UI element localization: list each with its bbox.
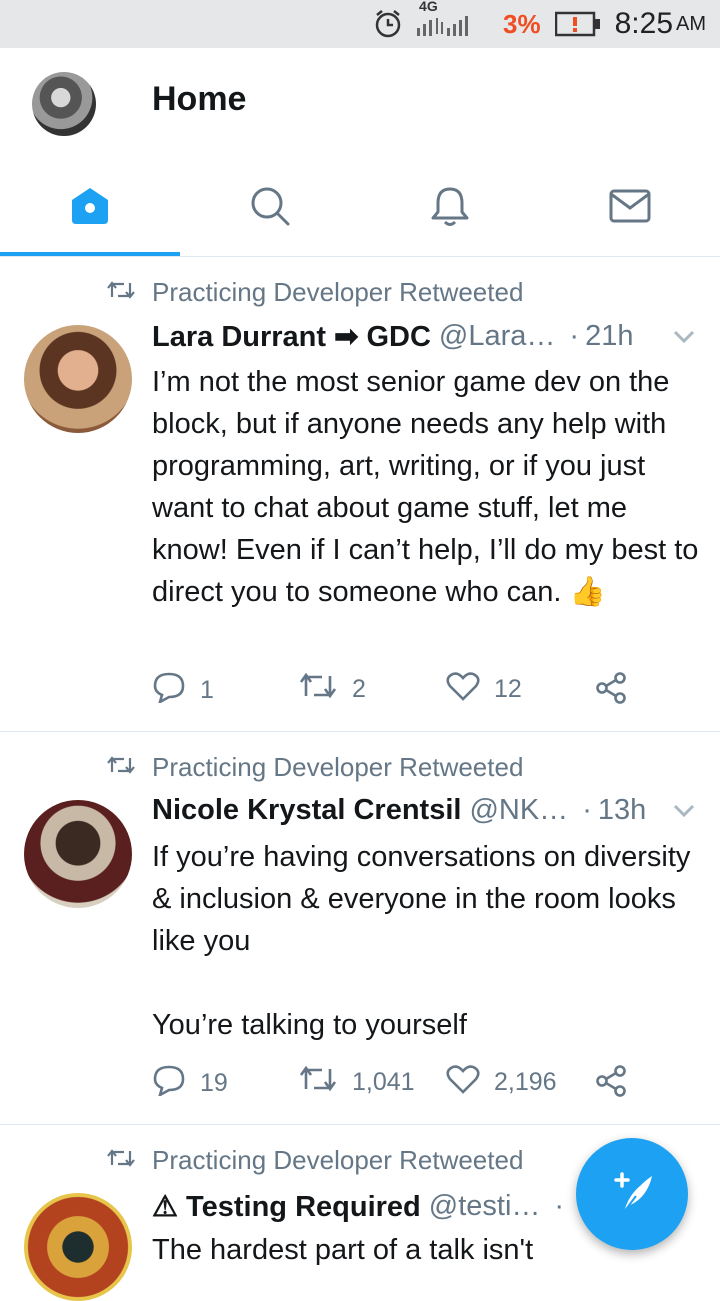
retweet-icon [298, 1064, 338, 1101]
tweet-actions: 1 2 12 [152, 671, 632, 711]
share-icon [594, 1064, 628, 1105]
tweet-text: I’m not the most senior game dev on the … [152, 366, 707, 608]
reply-icon [152, 1064, 186, 1103]
chevron-down-icon[interactable] [672, 794, 696, 827]
heart-icon [446, 1064, 480, 1101]
reply-button[interactable]: 19 [152, 1064, 228, 1103]
tab-home[interactable] [0, 160, 180, 256]
status-bar: 4G 3% 8:25 AM [0, 0, 720, 48]
retweet-context: Practicing Developer Retweeted [106, 752, 523, 783]
tweet-text: If you’re having conversations on divers… [152, 841, 691, 1041]
reply-button[interactable]: 1 [152, 671, 214, 710]
author-name[interactable]: Lara Durrant ➡ GDC [152, 319, 431, 354]
signal-icon: 4G [417, 0, 489, 38]
compose-tweet-icon [606, 1166, 658, 1223]
retweet-context: Practicing Developer Retweeted [106, 277, 523, 308]
like-button[interactable]: 12 [446, 671, 522, 708]
author-handle[interactable]: @Lara… [439, 320, 555, 353]
tweet-time: 21h [585, 320, 634, 352]
avatar[interactable] [24, 800, 132, 908]
tweet-header: Lara Durrant ➡ GDC @Lara… · 21h [152, 319, 696, 354]
home-icon [68, 184, 112, 233]
retweet-label: Practicing Developer Retweeted [152, 1145, 524, 1175]
reply-icon [152, 671, 186, 710]
retweet-count: 1,041 [352, 1068, 415, 1096]
tweet-time: 13h [597, 794, 647, 826]
avatar[interactable] [24, 325, 132, 433]
retweet-context: Practicing Developer Retweeted [106, 1145, 523, 1176]
tab-notifications[interactable] [360, 160, 540, 256]
active-tab-indicator [0, 252, 180, 256]
app-header: Home [0, 48, 720, 160]
reply-count: 1 [200, 676, 214, 704]
battery-percent: 3% [503, 8, 541, 39]
retweet-small-icon [106, 1147, 136, 1174]
alarm-icon [373, 9, 403, 39]
tweet-header: ⚠ Testing Required @testi… · [152, 1189, 580, 1224]
notifications-icon [428, 184, 472, 233]
retweet-count: 2 [352, 675, 366, 703]
reply-count: 19 [200, 1069, 228, 1097]
separator-dot: · [569, 320, 580, 352]
messages-icon [608, 184, 652, 233]
author-name[interactable]: ⚠ Testing Required [152, 1189, 421, 1224]
tweet[interactable]: Practicing Developer Retweeted Lara Durr… [0, 257, 720, 732]
retweet-icon [298, 671, 338, 708]
tweet-actions: 19 1,041 2,196 [152, 1064, 632, 1104]
author-handle[interactable]: @NK… [469, 794, 568, 827]
share-button[interactable] [594, 671, 628, 712]
tweet[interactable]: Practicing Developer Retweeted Nicole Kr… [0, 732, 720, 1125]
like-count: 12 [494, 675, 522, 703]
author-name[interactable]: Nicole Krystal Crentsil [152, 794, 461, 827]
like-button[interactable]: 2,196 [446, 1064, 557, 1101]
search-icon [248, 184, 292, 233]
network-type: 4G [419, 0, 438, 14]
retweet-label: Practicing Developer Retweeted [152, 752, 524, 782]
clock: 8:25 AM [615, 7, 706, 41]
separator-dot: · [554, 1190, 565, 1222]
clock-time: 8:25 [614, 7, 673, 40]
tweet-header: Nicole Krystal Crentsil @NK… · 13h [152, 794, 696, 827]
battery-icon [554, 11, 601, 37]
author-handle[interactable]: @testi… [429, 1190, 541, 1223]
tab-bar [0, 160, 720, 257]
profile-avatar[interactable] [32, 72, 96, 136]
like-count: 2,196 [494, 1068, 557, 1096]
page-title: Home [152, 80, 247, 118]
heart-icon [446, 671, 480, 708]
retweet-button[interactable]: 1,041 [298, 1064, 415, 1101]
avatar[interactable] [24, 1193, 132, 1301]
clock-ampm: AM [676, 12, 706, 35]
tab-messages[interactable] [540, 160, 720, 256]
retweet-small-icon [106, 754, 136, 781]
retweet-label: Practicing Developer Retweeted [152, 277, 524, 307]
compose-tweet-button[interactable] [576, 1138, 688, 1250]
separator-dot: · [582, 794, 592, 826]
chevron-down-icon[interactable] [672, 320, 696, 353]
retweet-small-icon [106, 279, 136, 306]
share-button[interactable] [594, 1064, 628, 1105]
tab-search[interactable] [180, 160, 360, 256]
share-icon [594, 671, 628, 712]
retweet-button[interactable]: 2 [298, 671, 366, 708]
